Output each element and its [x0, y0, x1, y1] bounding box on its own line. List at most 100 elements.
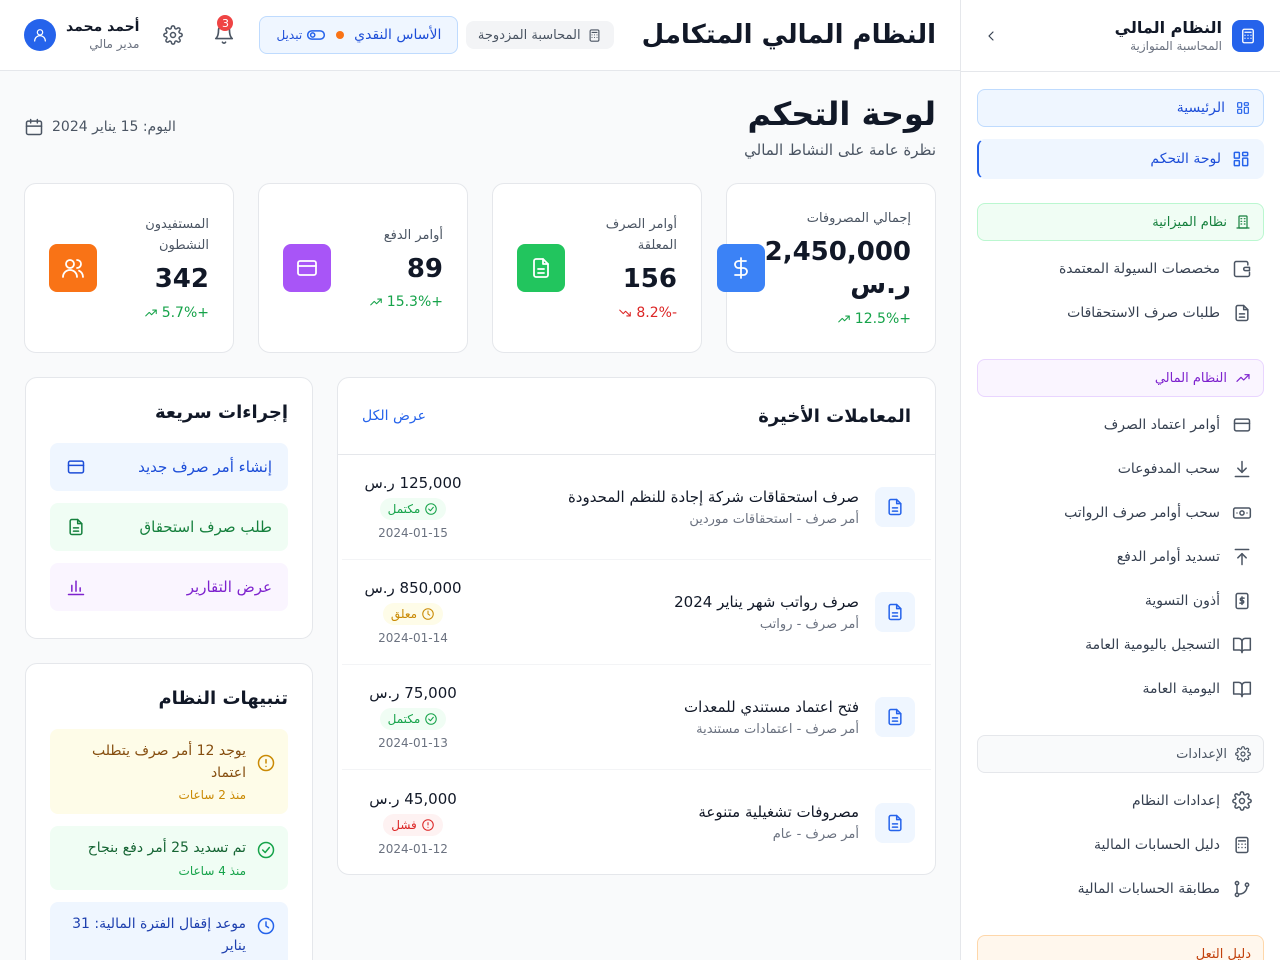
sidebar-item-label: أوامر اعتماد الصرف [1103, 417, 1220, 433]
alert-item: موعد إقفال الفترة المالية: 31 يناير [50, 902, 288, 960]
quick-action-label: طلب صرف استحقاق [139, 518, 272, 536]
stat-change: +15.3% [331, 294, 443, 310]
sidebar-item-general-journal[interactable]: اليومية العامة [977, 667, 1264, 711]
sidebar-header: النظام المالي المحاسبة المتوازية [961, 0, 1280, 72]
topbar: النظام المالي المتكامل المحاسبة المزدوجة… [0, 0, 960, 71]
table-row[interactable]: صرف رواتب شهر يناير 2024 أمر صرف - رواتب… [342, 560, 931, 665]
app-title: النظام المالي المتكامل [641, 20, 936, 50]
today-label: اليوم: 15 يناير 2024 [52, 119, 176, 135]
status-badge: مكتمل [379, 498, 447, 520]
transaction-amount: 75,000 ر.س [369, 684, 457, 702]
create-disbursement-button[interactable]: إنشاء أمر صرف جديد [50, 443, 288, 491]
sidebar: النظام المالي المحاسبة المتوازية الرئيسي… [960, 0, 1280, 960]
user-role: مدير مالي [89, 37, 140, 51]
table-row[interactable]: مصروفات تشغيلية متنوعة أمر صرف - عام 45,… [342, 770, 931, 875]
document-icon [517, 244, 565, 292]
sidebar-section-label: نظام الميزانية [1152, 214, 1227, 230]
quick-action-label: إنشاء أمر صرف جديد [138, 458, 272, 476]
system-alerts-card: تنبيهات النظام يوجد 12 أمر صرف يتطلب اعت… [25, 663, 313, 960]
sidebar-item-liquidity[interactable]: مخصصات السيولة المعتمدة [977, 247, 1264, 291]
accounting-basis-switch[interactable]: الأساس النقدي تبديل [259, 16, 459, 54]
calendar-icon [25, 118, 43, 136]
sidebar-item-system-settings[interactable]: إعدادات النظام [977, 779, 1264, 823]
trending-up-icon [1236, 374, 1250, 382]
sidebar-item-payroll[interactable]: سحب أوامر صرف الرواتب [977, 491, 1264, 535]
document-icon [875, 487, 915, 527]
sidebar-item-label: مطابقة الحسابات المالية [1077, 881, 1220, 897]
stat-change-value: -8.2% [636, 304, 677, 321]
document-icon [875, 802, 915, 843]
chevron-left-icon [988, 30, 994, 41]
accounting-mode-label: المحاسبة المزدوجة [477, 27, 581, 43]
stat-value: 342 [154, 263, 209, 294]
alert-item: تم تسديد 25 أمر دفع بنجاح منذ 4 ساعات [50, 826, 288, 891]
transaction-name: صرف استحقاقات شركة إجادة للنظم المحدودة [567, 487, 859, 506]
stat-value: 156 [622, 263, 677, 294]
basis-toggle-button[interactable]: تبديل [276, 25, 326, 45]
document-icon [875, 592, 915, 632]
sidebar-section-budget[interactable]: نظام الميزانية [977, 203, 1264, 241]
sidebar-item-dashboard[interactable]: لوحة التحكم [977, 139, 1264, 179]
avatar[interactable] [24, 19, 56, 51]
sidebar-item-approval-orders[interactable]: أوامر اعتماد الصرف [977, 403, 1264, 447]
user-menu[interactable]: أحمد محمد مدير مالي [24, 19, 139, 51]
stat-change-value: +15.3% [386, 294, 443, 311]
sidebar-item-entitlements[interactable]: طلبات صرف الاستحقاقات [977, 291, 1264, 335]
sidebar-section-finance[interactable]: النظام المالي [977, 359, 1264, 397]
accounting-mode-tag: المحاسبة المزدوجة [465, 21, 614, 49]
alert-text: تم تسديد 25 أمر دفع بنجاح [87, 840, 246, 857]
view-reports-button[interactable]: عرض التقارير [50, 563, 288, 611]
card-title: إجراءات سريعة [155, 402, 288, 423]
stat-value: 89 [406, 253, 443, 284]
transaction-date: 2024-01-12 [378, 841, 448, 856]
sidebar-item-home[interactable]: الرئيسية [977, 89, 1264, 127]
table-row[interactable]: صرف استحقاقات شركة إجادة للنظم المحدودة … [342, 455, 931, 560]
request-entitlement-button[interactable]: طلب صرف استحقاق [50, 503, 288, 551]
check-circle-icon [425, 713, 438, 725]
card-title: تنبيهات النظام [158, 688, 288, 709]
notifications-button[interactable]: 3 [211, 15, 235, 47]
collapse-sidebar-button[interactable] [977, 22, 1005, 50]
calculator-icon [1235, 836, 1249, 854]
card-title: المعاملات الأخيرة [758, 405, 911, 427]
quick-actions-card: إجراءات سريعة إنشاء أمر صرف جديد طلب صرف… [25, 377, 313, 639]
transaction-amount: 850,000 ر.س [364, 579, 462, 597]
today-date: اليوم: 15 يناير 2024 [24, 117, 176, 137]
sidebar-item-settlement[interactable]: أذون التسوية [977, 579, 1264, 623]
alert-time: منذ 4 ساعات [178, 864, 246, 879]
sidebar-item-label: التسجيل باليومية العامة [1085, 637, 1220, 653]
sidebar-item-label: سحب المدفوعات [1117, 461, 1220, 477]
bar-chart-icon [67, 580, 85, 596]
sidebar-item-label: أذون التسوية [1144, 593, 1220, 609]
transaction-type: أمر صرف - عام [772, 827, 859, 842]
sidebar-item-reconciliation[interactable]: مطابقة الحسابات المالية [977, 867, 1264, 911]
stat-card-pending-orders: أوامر الصرف المعلقة 156 -8.2% [492, 183, 702, 353]
sidebar-item-withdraw-payments[interactable]: سحب المدفوعات [977, 447, 1264, 491]
file-text-icon [1235, 304, 1249, 322]
stat-label: إجمالي المصروفات [806, 210, 911, 226]
file-text-icon [69, 518, 83, 536]
wallet-icon [1233, 260, 1251, 278]
transaction-name: صرف رواتب شهر يناير 2024 [674, 592, 859, 611]
transaction-amount: 45,000 ر.س [369, 789, 457, 808]
sidebar-section-settings[interactable]: الإعدادات [977, 735, 1264, 773]
check-circle-icon [425, 503, 438, 515]
table-row[interactable]: فتح اعتماد مستندي للمعدات أمر صرف - اعتم… [342, 665, 931, 770]
git-branch-icon [1234, 880, 1250, 898]
settings-button[interactable] [163, 25, 184, 45]
sidebar-item-settle-payments[interactable]: تسديد أوامر الدفع [977, 535, 1264, 579]
transaction-name: مصروفات تشغيلية متنوعة [698, 803, 859, 821]
trending-up-icon [838, 315, 850, 323]
transaction-type: أمر صرف - استحقاقات موردين [689, 511, 859, 527]
sidebar-item-journal-entry[interactable]: التسجيل باليومية العامة [977, 623, 1264, 667]
sidebar-section-guide[interactable]: دليل التعل [977, 935, 1264, 960]
alert-time: منذ 2 ساعات [178, 788, 246, 803]
view-all-link[interactable]: عرض الكل [362, 408, 426, 424]
banknote-icon [1232, 507, 1252, 519]
sidebar-item-chart-of-accounts[interactable]: دليل الحسابات المالية [977, 823, 1264, 867]
calculator-icon [1232, 19, 1264, 52]
status-badge: مكتمل [379, 708, 447, 730]
user-name: أحمد محمد [66, 19, 140, 35]
book-open-icon [1232, 681, 1252, 698]
status-badge: فشل [383, 813, 443, 836]
